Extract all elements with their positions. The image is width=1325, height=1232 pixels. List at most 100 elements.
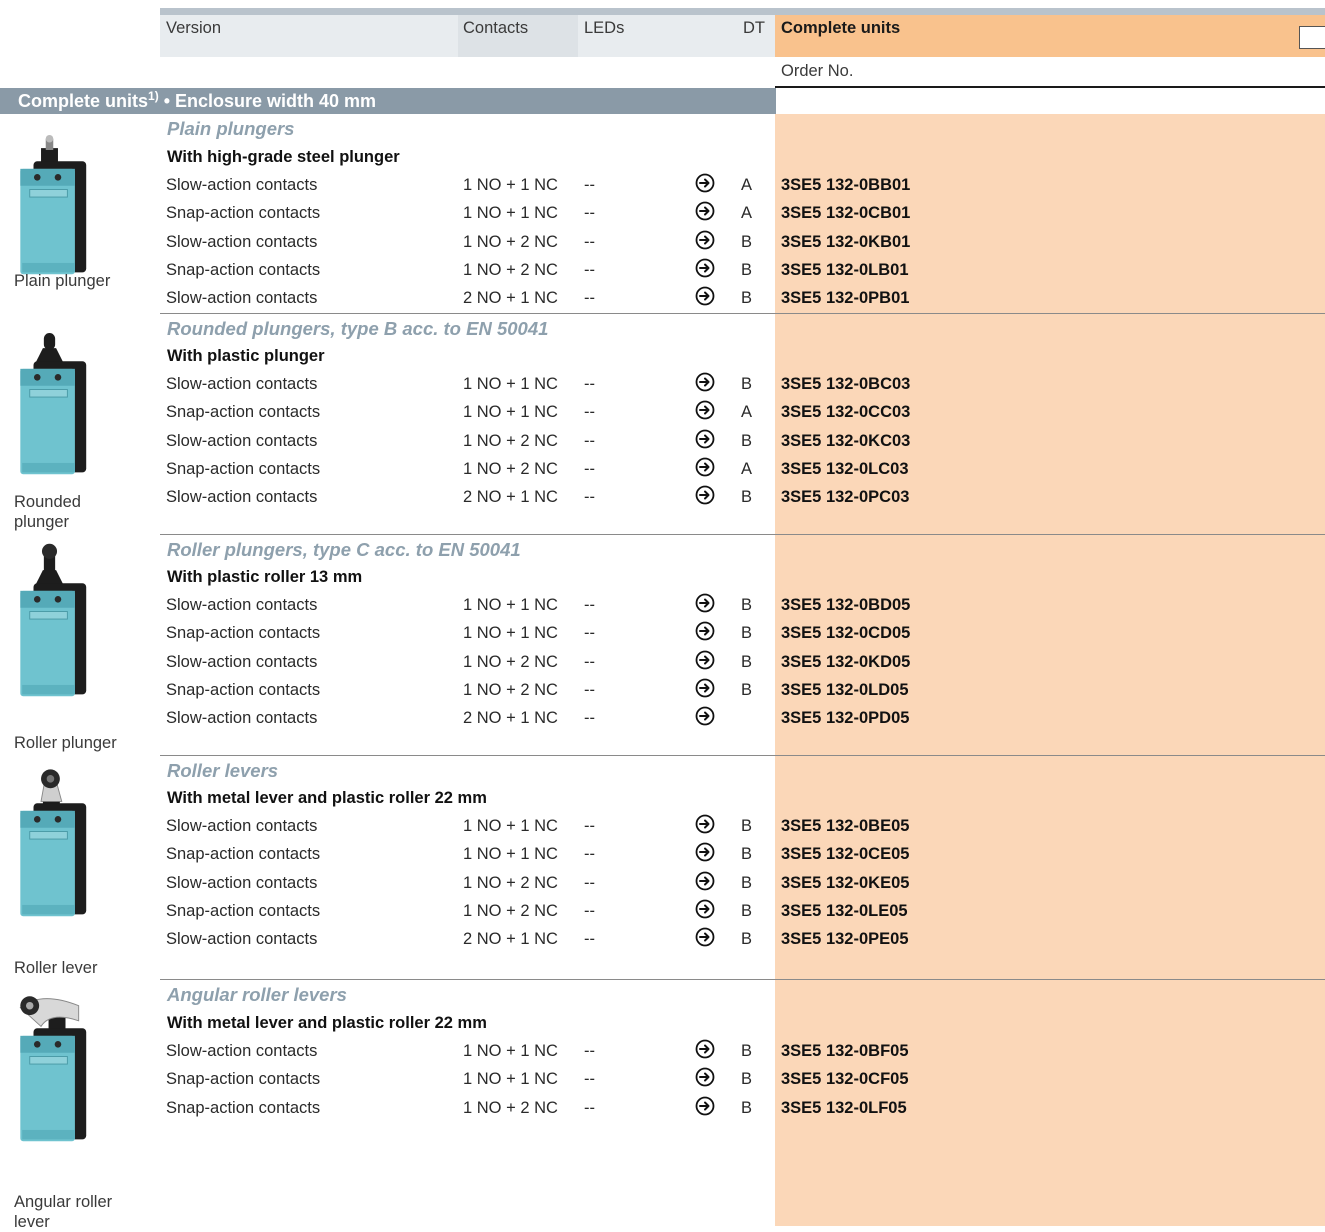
contacts-cell: 1 NO + 2 NC bbox=[463, 901, 558, 920]
contacts-cell: 2 NO + 1 NC bbox=[463, 709, 558, 728]
contacts-cell: 1 NO + 2 NC bbox=[463, 260, 558, 279]
version-cell: Snap-action contacts bbox=[166, 204, 321, 223]
version-cell: Slow-action contacts bbox=[166, 488, 318, 507]
group-title: Plain plungers bbox=[167, 118, 295, 139]
leds-cell: -- bbox=[584, 403, 595, 422]
version-cell: Slow-action contacts bbox=[166, 930, 318, 949]
preferred-type-arrow-icon bbox=[695, 678, 715, 703]
group-subtitle: With plastic roller 13 mm bbox=[167, 568, 363, 586]
leds-cell: -- bbox=[584, 873, 595, 892]
order-column-gap bbox=[738, 114, 775, 122]
column-header-contacts: Contacts bbox=[463, 19, 529, 37]
leds-cell: -- bbox=[584, 459, 595, 478]
order-number-cell[interactable]: 3SE5 132-0LC03 bbox=[781, 460, 909, 479]
group-title: Angular roller levers bbox=[167, 984, 347, 1005]
order-number-cell[interactable]: 3SE5 132-0BE05 bbox=[781, 817, 909, 836]
leds-cell: -- bbox=[584, 488, 595, 507]
leds-cell: -- bbox=[584, 204, 595, 223]
version-cell: Snap-action contacts bbox=[166, 624, 321, 643]
order-number-cell[interactable]: 3SE5 132-0CF05 bbox=[781, 1070, 909, 1089]
group-title: Roller levers bbox=[167, 760, 279, 781]
section-title: Complete units1) • Enclosure width 40 mm bbox=[18, 89, 376, 112]
order-number-cell[interactable]: 3SE5 132-0BC03 bbox=[781, 375, 910, 394]
order-number-cell[interactable]: 3SE5 132-0LB01 bbox=[781, 261, 909, 280]
table-row: Snap-action contacts 1 NO + 2 NC -- B 3SE5 1… bbox=[0, 678, 1325, 706]
order-number-cell[interactable]: 3SE5 132-0BD05 bbox=[781, 596, 910, 615]
table-row: Slow-action contacts 1 NO + 1 NC -- B 3SE5 1… bbox=[0, 814, 1325, 842]
table-row: Snap-action contacts 1 NO + 1 NC -- B 3SE5 1… bbox=[0, 621, 1325, 649]
dt-cell: B bbox=[741, 1042, 753, 1060]
table-row: Snap-action contacts 1 NO + 1 NC -- A 3SE5 1… bbox=[0, 400, 1325, 428]
contacts-cell: 1 NO + 1 NC bbox=[463, 176, 558, 194]
preferred-type-arrow-icon bbox=[695, 1039, 715, 1064]
dt-cell: B bbox=[741, 289, 753, 308]
order-number-cell[interactable]: 3SE5 132-0KC03 bbox=[781, 432, 910, 451]
order-number-cell[interactable]: 3SE5 132-0LD05 bbox=[781, 681, 909, 700]
preferred-type-arrow-icon bbox=[695, 173, 715, 198]
column-header-complete-units: Complete units bbox=[781, 19, 901, 37]
order-number-cell[interactable]: 3SE5 132-0LF05 bbox=[781, 1099, 907, 1118]
order-number-cell[interactable]: 3SE5 132-0BB01 bbox=[781, 176, 910, 195]
table-row: Snap-action contacts 1 NO + 1 NC -- B 3SE5 1… bbox=[0, 1067, 1325, 1095]
order-number-cell[interactable]: 3SE5 132-0PC03 bbox=[781, 488, 909, 507]
header-checkbox[interactable] bbox=[1299, 26, 1325, 49]
order-number-cell[interactable]: 3SE5 132-0CC03 bbox=[781, 403, 910, 422]
leds-cell: -- bbox=[584, 260, 595, 279]
contacts-cell: 1 NO + 2 NC bbox=[463, 680, 558, 699]
version-cell: Snap-action contacts bbox=[166, 403, 321, 422]
order-number-cell[interactable]: 3SE5 132-0BF05 bbox=[781, 1042, 909, 1061]
dt-cell: B bbox=[741, 680, 753, 699]
preferred-type-arrow-icon bbox=[695, 927, 715, 952]
dt-cell: B bbox=[741, 375, 753, 393]
version-cell: Slow-action contacts bbox=[166, 375, 318, 393]
leds-cell: -- bbox=[584, 232, 595, 251]
table-row: Slow-action contacts 1 NO + 1 NC -- A 3SE5 1… bbox=[0, 173, 1325, 201]
header-divider bbox=[775, 86, 1325, 88]
contacts-cell: 1 NO + 1 NC bbox=[463, 624, 558, 643]
order-number-cell[interactable]: 3SE5 132-0PE05 bbox=[781, 930, 909, 949]
order-number-cell[interactable]: 3SE5 132-0CB01 bbox=[781, 204, 910, 223]
contacts-cell: 1 NO + 1 NC bbox=[463, 403, 558, 422]
group-title: Roller plungers, type C acc. to EN 50041 bbox=[167, 539, 521, 560]
preferred-type-arrow-icon bbox=[695, 842, 715, 867]
preferred-type-arrow-icon bbox=[695, 650, 715, 675]
contacts-cell: 1 NO + 1 NC bbox=[463, 1042, 558, 1060]
leds-cell: -- bbox=[584, 680, 595, 699]
contacts-cell: 1 NO + 2 NC bbox=[463, 232, 558, 251]
version-cell: Slow-action contacts bbox=[166, 431, 318, 450]
version-cell: Snap-action contacts bbox=[166, 680, 321, 699]
table-row: Slow-action contacts 2 NO + 1 NC -- B 3SE5 1… bbox=[0, 485, 1325, 513]
preferred-type-arrow-icon bbox=[695, 286, 715, 311]
order-number-cell[interactable]: 3SE5 132-0KB01 bbox=[781, 233, 910, 252]
preferred-type-arrow-icon bbox=[695, 814, 715, 839]
dt-cell: B bbox=[741, 1098, 753, 1117]
preferred-type-arrow-icon bbox=[695, 258, 715, 283]
preferred-type-arrow-icon bbox=[695, 706, 715, 731]
order-number-cell[interactable]: 3SE5 132-0PB01 bbox=[781, 289, 909, 308]
order-number-cell[interactable]: 3SE5 132-0PD05 bbox=[781, 709, 909, 728]
dt-cell: B bbox=[741, 817, 753, 835]
version-cell: Snap-action contacts bbox=[166, 901, 321, 920]
group-separator bbox=[160, 534, 1325, 535]
order-number-cell[interactable]: 3SE5 132-0KD05 bbox=[781, 653, 910, 672]
version-cell: Slow-action contacts bbox=[166, 652, 318, 671]
order-number-cell[interactable]: 3SE5 132-0CD05 bbox=[781, 624, 910, 643]
dt-cell: B bbox=[741, 488, 753, 507]
section-title-suffix: • Enclosure width 40 mm bbox=[158, 91, 377, 111]
version-cell: Snap-action contacts bbox=[166, 260, 321, 279]
order-number-cell[interactable]: 3SE5 132-0CE05 bbox=[781, 845, 909, 864]
dt-cell: B bbox=[741, 901, 753, 920]
contacts-cell: 2 NO + 1 NC bbox=[463, 488, 558, 507]
order-number-cell[interactable]: 3SE5 132-0LE05 bbox=[781, 902, 908, 921]
contacts-cell: 1 NO + 1 NC bbox=[463, 204, 558, 223]
group-subtitle: With plastic plunger bbox=[167, 347, 325, 365]
leds-cell: -- bbox=[584, 1070, 595, 1089]
group-separator bbox=[160, 755, 1325, 756]
order-number-cell[interactable]: 3SE5 132-0KE05 bbox=[781, 874, 909, 893]
column-header-dt: DT bbox=[743, 19, 765, 37]
leds-cell: -- bbox=[584, 652, 595, 671]
leds-cell: -- bbox=[584, 817, 595, 835]
table-row: Slow-action contacts 1 NO + 1 NC -- B 3SE5 1… bbox=[0, 372, 1325, 400]
dt-cell: B bbox=[741, 845, 753, 864]
product-image-label: Angular roller lever bbox=[14, 1193, 113, 1231]
